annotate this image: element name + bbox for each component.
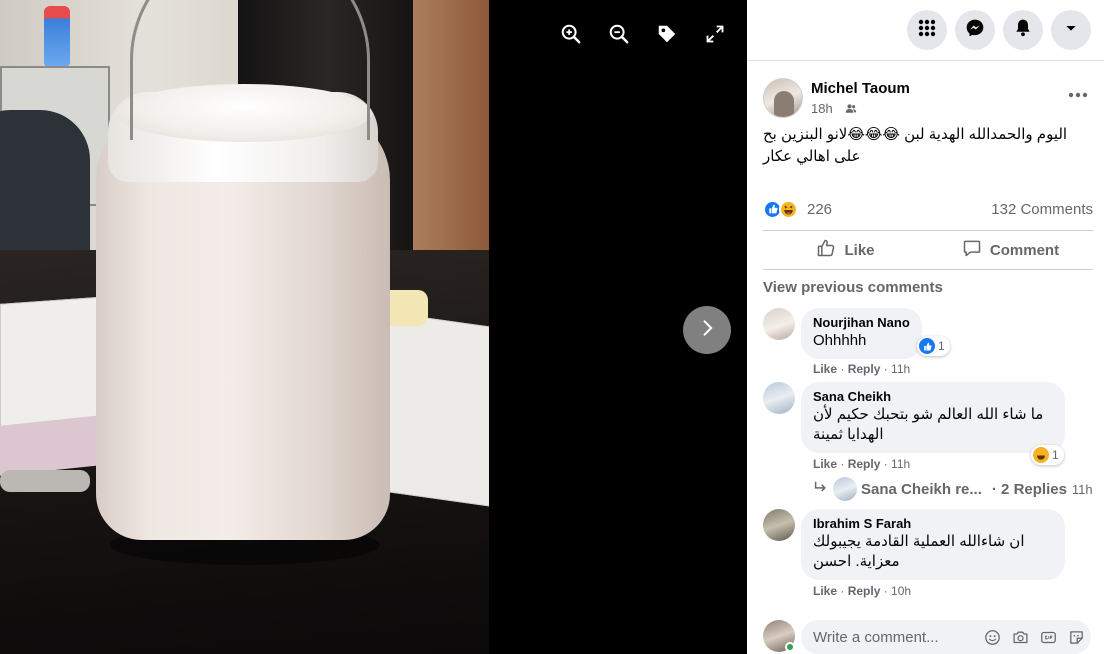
replier-name: Sana Cheikh re... (861, 480, 982, 498)
account-dropdown-icon (1063, 20, 1079, 41)
photo-keys (0, 470, 90, 492)
view-replies-link[interactable]: Sana Cheikh re... · 2 Replies 11h (813, 477, 1103, 501)
thumbs-up-icon (816, 238, 836, 262)
commenter-avatar[interactable] (763, 382, 795, 414)
reactions-summary: 226 132 Comments (763, 198, 1093, 220)
like-reaction-icon (919, 338, 935, 354)
comment-label: Comment (989, 241, 1060, 259)
comment-like-link[interactable]: Like (813, 457, 837, 471)
menu-button[interactable] (907, 10, 947, 50)
post-author-name[interactable]: Michel Taoum (811, 80, 910, 97)
replies-time: 11h (1071, 481, 1093, 497)
like-button[interactable]: Like (763, 231, 928, 269)
sticker-icon[interactable] (1067, 628, 1085, 646)
comment-bubble: Sana Cheikh ما شاء الله العالم شو بتحبك … (801, 382, 1065, 453)
replier-avatar (833, 477, 857, 501)
top-bar (747, 0, 1104, 61)
like-label: Like (844, 241, 875, 259)
account-menu-button[interactable] (1051, 10, 1091, 50)
gif-icon[interactable] (1039, 628, 1057, 646)
haha-reaction-icon (1033, 447, 1049, 463)
comment-reply-link[interactable]: Reply (848, 362, 881, 376)
comment-reactions[interactable]: 1 (1031, 445, 1064, 465)
messenger-icon (965, 18, 985, 43)
tag-icon[interactable] (655, 22, 679, 46)
zoom-in-icon[interactable] (559, 22, 583, 46)
view-previous-comments[interactable]: View previous comments (763, 279, 943, 296)
comment-reply-link[interactable]: Reply (848, 584, 881, 598)
comment-reaction-count: 1 (1052, 448, 1059, 462)
photo-bottle (44, 6, 70, 66)
emoji-icon[interactable] (983, 628, 1001, 646)
comment-item: Ibrahim S Farah ان شاءالله العملية القاد… (763, 509, 1093, 599)
menu-grid-icon (917, 18, 937, 43)
replies-count: · 2 Replies (991, 480, 1067, 498)
chevron-right-icon (697, 318, 717, 343)
comment-actions: Like · Reply · 11h (813, 457, 911, 471)
messenger-button[interactable] (955, 10, 995, 50)
commenter-name[interactable]: Nourjihan Nano (813, 315, 910, 331)
comment-time[interactable]: 11h (891, 362, 910, 376)
notifications-button[interactable] (1003, 10, 1043, 50)
viewer-toolbar (559, 22, 727, 46)
commenter-name[interactable]: Ibrahim S Farah (813, 516, 1053, 532)
comment-actions: Like · Reply · 11h (813, 362, 911, 376)
comment-like-link[interactable]: Like (813, 584, 837, 598)
comments-count[interactable]: 132 Comments (991, 201, 1093, 218)
photo-jar-handle (130, 0, 370, 140)
comment-item: Nourjihan Nano Ohhhhh 1 Like · Reply · 1… (763, 308, 1093, 378)
reply-arrow-icon (813, 480, 827, 498)
post-text: اليوم والحمدالله الهدية لبن 😂😂😂لانو البن… (763, 126, 1068, 165)
more-horizontal-icon (1068, 85, 1088, 103)
comment-reaction-count: 1 (938, 339, 945, 353)
comment-bubble: Ibrahim S Farah ان شاءالله العملية القاد… (801, 509, 1065, 580)
comment-like-link[interactable]: Like (813, 362, 837, 376)
commenter-avatar[interactable] (763, 509, 795, 541)
composer-tools (983, 628, 1085, 646)
post-photo[interactable] (0, 0, 489, 654)
post-timestamp[interactable]: 18h (811, 101, 833, 116)
photo-viewer (0, 0, 747, 654)
comment-bubble: Nourjihan Nano Ohhhhh (801, 308, 922, 359)
zoom-out-icon[interactable] (607, 22, 631, 46)
author-avatar[interactable] (763, 78, 803, 118)
comment-actions: Like · Reply · 10h (813, 584, 912, 598)
comment-bubble-icon (962, 238, 982, 262)
commenter-avatar[interactable] (763, 308, 795, 340)
notifications-bell-icon (1013, 18, 1033, 43)
comment-composer (763, 614, 1093, 654)
post-action-bar: Like Comment (763, 230, 1093, 270)
comment-text: ما شاء الله العالم شو بتحبك حكيم لأن اله… (813, 406, 1044, 443)
fullscreen-icon[interactable] (703, 22, 727, 46)
next-photo-button[interactable] (683, 306, 731, 354)
post-panel: Michel Taoum 18h اليوم والحمدالله الهدية… (747, 0, 1104, 654)
reaction-count: 226 (807, 200, 833, 218)
comment-item: Sana Cheikh ما شاء الله العالم شو بتحبك … (763, 382, 1093, 476)
comment-text: ان شاءالله العملية القادمة يجيبولك معزاي… (813, 533, 1025, 570)
comment-text: Ohhhhh (813, 332, 867, 349)
camera-icon[interactable] (1011, 628, 1029, 646)
comment-reactions[interactable]: 1 (917, 336, 950, 356)
comment-reply-link[interactable]: Reply (848, 457, 881, 471)
friends-icon (845, 102, 857, 120)
photo-person (0, 110, 90, 260)
online-status-dot (785, 642, 795, 652)
post-header: Michel Taoum 18h (763, 76, 1093, 120)
comment-time[interactable]: 11h (891, 457, 910, 471)
haha-reaction-icon (779, 199, 798, 219)
reactions-button[interactable]: 226 (763, 199, 833, 219)
post-options-button[interactable] (1063, 82, 1093, 106)
comment-button[interactable]: Comment (928, 231, 1093, 269)
comment-time[interactable]: 10h (891, 584, 911, 598)
commenter-name[interactable]: Sana Cheikh (813, 389, 1053, 405)
